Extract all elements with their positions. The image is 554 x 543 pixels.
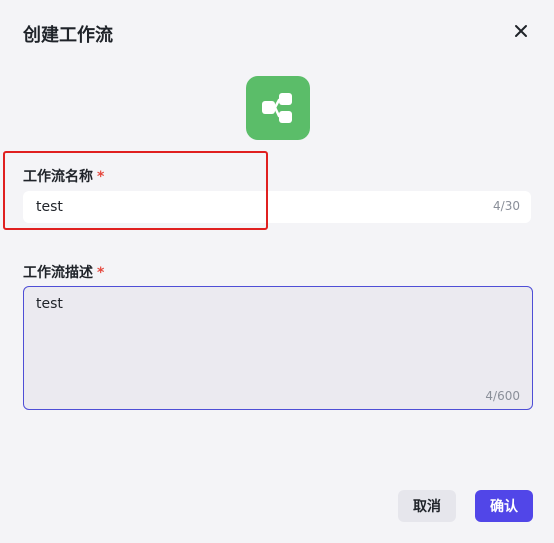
- dialog-title: 创建工作流: [23, 25, 113, 46]
- description-label-text: 工作流描述: [23, 265, 93, 281]
- workflow-name-input[interactable]: [23, 191, 531, 223]
- name-char-counter: 4/30: [493, 199, 520, 213]
- confirm-button[interactable]: 确认: [475, 490, 533, 522]
- workflow-description-textarea[interactable]: test: [24, 287, 532, 409]
- description-input-container: test 4/600: [23, 286, 533, 410]
- create-workflow-dialog: 创建工作流 工作流名称* 4/30 工作流描述* test 4/600 取消 确…: [0, 0, 554, 543]
- workflow-icon: [262, 93, 292, 123]
- name-required-mark: *: [97, 169, 105, 185]
- name-field-label: 工作流名称 *: [23, 166, 104, 186]
- workflow-app-icon[interactable]: [246, 76, 310, 140]
- description-char-counter: 4/600: [485, 389, 520, 403]
- cancel-button[interactable]: 取消: [398, 490, 456, 522]
- close-button[interactable]: [510, 20, 532, 42]
- close-icon: [515, 25, 527, 37]
- description-required-mark: *: [97, 265, 105, 281]
- name-label-text: 工作流名称: [23, 169, 93, 185]
- description-field-label: 工作流描述 *: [23, 262, 104, 282]
- name-input-container: 4/30: [23, 191, 531, 223]
